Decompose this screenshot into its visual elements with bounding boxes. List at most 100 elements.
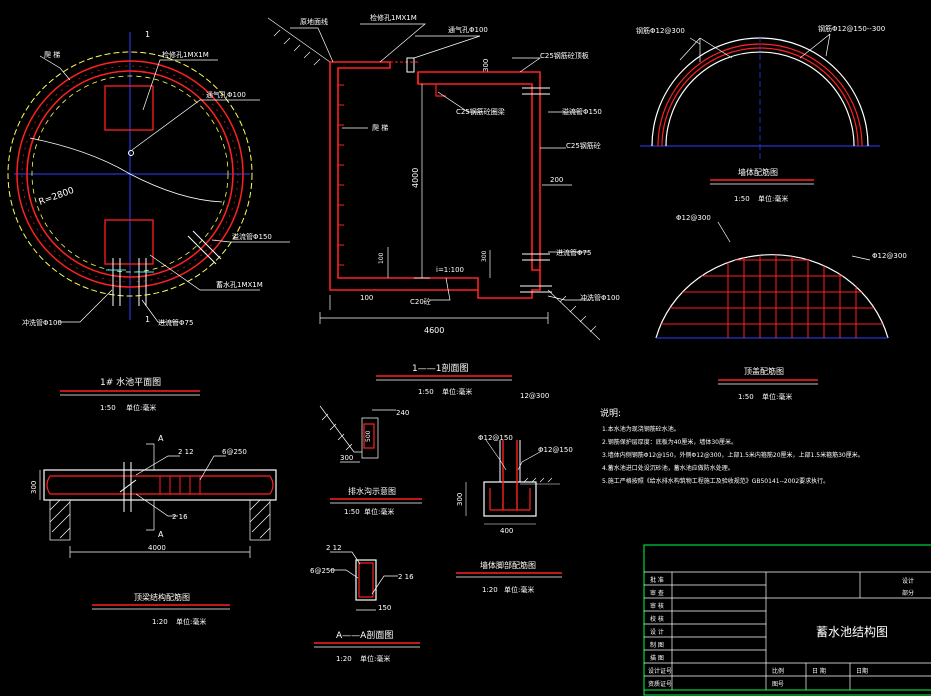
wall-rebar-title: 墙体配筋图 xyxy=(738,167,778,177)
top-rebar-label-right: Φ12@300 xyxy=(872,252,907,260)
plan-label-vent: 通气孔Φ100 xyxy=(206,90,246,99)
section-rebar-note: 12@300 xyxy=(520,392,549,400)
section-label-ladder: 爬 梯 xyxy=(372,123,388,132)
plan-manhole-top xyxy=(104,85,154,131)
footing-unit: 单位:毫米 xyxy=(504,585,534,594)
section-dim-100-left: 100 xyxy=(360,294,373,302)
tb-row-5: 设 计 xyxy=(650,628,664,636)
plan-label-inlet-pipe: 进流管Φ75 xyxy=(158,318,193,327)
trough-unit: 单位:毫米 xyxy=(364,507,394,516)
beam-dim-300: 300 xyxy=(30,481,38,494)
tb-row-3: 审 核 xyxy=(650,602,664,610)
section-label-c25-beam: C25钢筋砼圈梁 xyxy=(456,107,505,116)
wall-rebar-unit: 单位:毫米 xyxy=(758,194,788,203)
a-section-view: 2 12 6@250 2 16 150 A——A剖面图 1:20 单位:毫米 xyxy=(310,544,420,663)
trough-dim-500: 500 xyxy=(365,430,372,442)
beam-unit: 单位:毫米 xyxy=(176,617,206,626)
plan-view: 1 1 爬 梯 检修孔1MX1M 通气孔Φ100 R=2800 溢流管Φ150 … xyxy=(7,30,290,412)
top-rebar-title: 顶盖配筋图 xyxy=(744,366,784,376)
section-dim-200: 200 xyxy=(550,176,563,184)
a-section-dim-150: 150 xyxy=(378,604,391,612)
section-dim-top: 300 xyxy=(482,59,490,72)
tb-right-top-2: 部分 xyxy=(902,589,914,597)
roof-beam-view: A A 2 12 2 16 6@250 300 4000 顶梁结构配筋图 1:2… xyxy=(30,434,277,626)
beam-dim-width: 4000 xyxy=(148,544,166,552)
top-rebar-label-left: Φ12@300 xyxy=(676,214,711,222)
section-label-backfill: 原地面线 xyxy=(300,17,328,26)
a-section-unit: 单位:毫米 xyxy=(360,654,390,663)
section-title: 1——1剖面图 xyxy=(412,362,468,374)
wall-rebar-scale: 1:50 xyxy=(734,195,750,203)
section-dim-100-bottom: 100 xyxy=(378,252,385,264)
plan-label-drain: 冲洗管Φ100 xyxy=(22,318,62,327)
plan-label-inlet-hole: 蓄水孔1MX1M xyxy=(216,280,263,289)
tb-row-8: 设计证号 xyxy=(648,667,672,675)
section-dim-300-right: 300 xyxy=(481,250,488,262)
footing-title: 墙体脚部配筋图 xyxy=(480,560,536,570)
top-rebar-unit: 单位:毫米 xyxy=(762,392,792,401)
top-rebar-grid xyxy=(656,254,888,338)
section-vent xyxy=(406,57,415,73)
footing-label-left: Φ12@150 xyxy=(478,434,513,442)
section-label-overflow: 溢流管Φ150 xyxy=(562,107,602,116)
section-label-manhole: 检修孔1MX1M xyxy=(370,13,417,22)
note-item-1: 1.本水池为现浇钢筋砼水池。 xyxy=(602,425,680,433)
a-section-scale: 1:20 xyxy=(336,655,352,663)
beam-mark-a-bottom: A xyxy=(158,530,164,539)
footing-scale: 1:20 xyxy=(482,586,498,594)
section-label-vent: 通气孔Φ100 xyxy=(448,25,488,34)
notes: 说明: 1.本水池为现浇钢筋砼水池。 2.钢筋保护层厚度：底板为40厘米，墙体3… xyxy=(600,407,864,485)
a-section-title: A——A剖面图 xyxy=(336,629,393,641)
section-dim-width: 4600 xyxy=(424,326,444,335)
tb-bottom-date1: 日 期 xyxy=(812,667,826,675)
section-dim-height: 4000 xyxy=(411,168,420,188)
a-section-label-stirrup: 6@250 xyxy=(310,567,335,575)
a-section-label-bottom: 2 16 xyxy=(398,573,414,581)
section-leaders xyxy=(290,23,590,301)
tb-bottom-sheet: 图号 xyxy=(772,681,784,688)
note-item-4: 4.蓄水池进口处设沉砂池，蓄水池应做防水处理。 xyxy=(602,464,734,472)
section-scale: 1:50 xyxy=(418,388,434,396)
plan-manhole-bottom xyxy=(104,219,154,265)
note-item-3: 3.墙体内侧钢筋Φ12@150，外侧Φ12@300，上部1.5米内箍筋20厘米，… xyxy=(602,451,864,459)
a-section-label-top: 2 12 xyxy=(326,544,342,552)
footing-view: Φ12@150 Φ12@150 300 400 墙体脚部配筋图 1:20 单位:… xyxy=(456,434,573,594)
footing-label-right: Φ12@150 xyxy=(538,446,573,454)
tb-row-2: 审 查 xyxy=(650,589,664,597)
section-view: 原地面线 检修孔1MX1M 通气孔Φ100 C25钢筋砼顶板 C25钢筋砼圈梁 … xyxy=(267,13,620,400)
note-item-5: 5.施工严格按照《给水排水构筑物工程施工及验收规范》GB50141--2002要… xyxy=(602,477,829,485)
note-item-2: 2.钢筋保护层厚度：底板为40厘米，墙体30厘米。 xyxy=(602,438,737,446)
tb-row-1: 批 准 xyxy=(650,576,664,584)
trough-dim-300: 300 xyxy=(340,454,353,462)
plan-unit: 单位:毫米 xyxy=(126,403,156,412)
wall-rebar-label-left: 钢筋Φ12@300 xyxy=(636,26,685,35)
trough-dim-240: 240 xyxy=(396,409,409,417)
plan-pipes xyxy=(106,230,222,306)
plan-label-radius: R=2800 xyxy=(38,186,76,208)
tb-row-9: 资质证号 xyxy=(648,680,672,688)
trough-view: 240 500 300 排水沟示意图 1:50 单位:毫米 xyxy=(319,405,422,516)
plan-label-overflow: 溢流管Φ150 xyxy=(232,232,272,241)
notes-heading: 说明: xyxy=(600,407,621,419)
plan-label-ladder: 爬 梯 xyxy=(44,50,60,59)
section-label-c25-wall: C25钢筋砼 xyxy=(566,141,601,150)
cad-drawing: 1 1 爬 梯 检修孔1MX1M 通气孔Φ100 R=2800 溢流管Φ150 … xyxy=(7,13,931,696)
tb-row-6: 制 图 xyxy=(650,641,664,649)
title-block: 批 准 审 查 审 核 校 核 设 计 制 图 描 图 设计证号 资质证号 蓄水… xyxy=(643,544,931,696)
beam-title: 顶梁结构配筋图 xyxy=(134,592,190,602)
top-rebar-view: Φ12@300 Φ12@300 顶盖配筋图 1:50 单位:毫米 xyxy=(655,214,907,401)
tb-row-7: 描 图 xyxy=(650,654,664,662)
plan-label-manhole: 检修孔1MX1M xyxy=(162,50,209,59)
section-dim-slope: i=1:100 xyxy=(436,266,464,274)
section-label-c25-top: C25钢筋砼顶板 xyxy=(540,51,589,60)
section-dims xyxy=(319,84,572,324)
section-left-wall xyxy=(329,61,479,291)
section-label-drain: 冲洗管Φ100 xyxy=(580,293,620,302)
plan-scale: 1:50 xyxy=(100,404,116,412)
section-right-wall xyxy=(417,71,541,271)
wall-rebar-view: 钢筋Φ12@300 钢筋Φ12@150--300 墙体配筋图 1:50 单位:毫… xyxy=(636,24,885,203)
section-ladder xyxy=(338,84,344,266)
tb-bottom-date2: 日期 xyxy=(856,667,868,675)
plan-section-mark-bottom: 1 xyxy=(145,315,150,324)
trough-scale: 1:50 xyxy=(344,508,360,516)
